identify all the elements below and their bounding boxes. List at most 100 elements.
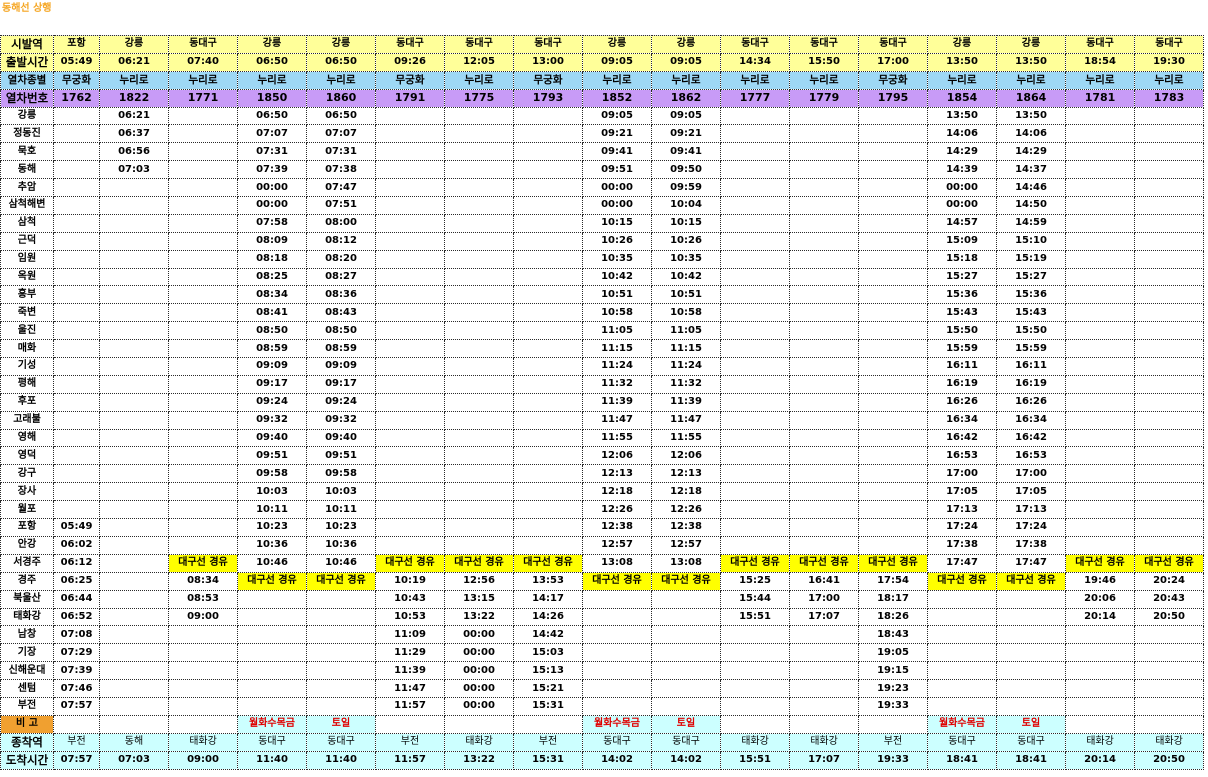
terminal-cell[interactable]: 태화강 [789, 732, 859, 752]
time-cell[interactable]: 17:00 [996, 464, 1066, 484]
time-cell[interactable]: 16:42 [996, 428, 1066, 448]
time-cell[interactable] [513, 142, 583, 162]
departure-cell[interactable]: 13:50 [927, 52, 997, 72]
time-cell[interactable] [927, 679, 997, 698]
time-cell[interactable]: 12:56 [444, 571, 514, 591]
time-cell[interactable] [444, 500, 514, 520]
time-cell[interactable] [444, 392, 514, 412]
time-cell[interactable] [99, 196, 169, 215]
time-cell[interactable] [1065, 625, 1135, 645]
time-cell[interactable]: 14:46 [996, 178, 1066, 198]
time-cell[interactable] [1134, 213, 1204, 233]
time-cell[interactable] [513, 285, 583, 305]
terminal-cell[interactable]: 부전 [375, 732, 445, 752]
station-name[interactable]: 임원 [0, 249, 54, 269]
time-cell[interactable] [1134, 679, 1204, 698]
time-cell[interactable] [582, 607, 652, 627]
time-cell[interactable] [1065, 357, 1135, 376]
time-cell[interactable] [53, 249, 100, 269]
time-cell[interactable] [375, 464, 445, 484]
departure-label[interactable]: 출발시간 [0, 52, 54, 72]
time-cell[interactable] [513, 106, 583, 126]
time-cell[interactable]: 08:09 [237, 231, 307, 251]
time-cell[interactable] [237, 589, 307, 609]
origin-cell[interactable]: 강릉 [651, 35, 721, 54]
time-cell[interactable]: 14:06 [996, 124, 1066, 144]
time-cell[interactable]: 08:50 [306, 321, 376, 341]
arrival-cell[interactable]: 09:00 [168, 750, 238, 770]
time-cell[interactable] [53, 231, 100, 251]
time-cell[interactable] [720, 464, 790, 484]
time-cell[interactable] [53, 267, 100, 287]
time-cell[interactable] [858, 518, 928, 537]
time-cell[interactable]: 09:24 [237, 392, 307, 412]
time-cell[interactable]: 10:46 [306, 553, 376, 573]
time-cell[interactable] [513, 464, 583, 484]
time-cell[interactable] [858, 374, 928, 394]
time-cell[interactable]: 08:41 [237, 303, 307, 323]
terminal-label[interactable]: 종착역 [0, 732, 54, 752]
time-cell[interactable] [99, 482, 169, 502]
station-name[interactable]: 강릉 [0, 106, 54, 126]
origin-cell[interactable]: 강릉 [927, 35, 997, 54]
time-cell[interactable] [444, 464, 514, 484]
time-cell[interactable] [513, 178, 583, 198]
terminal-cell[interactable]: 동대구 [237, 732, 307, 752]
time-cell[interactable]: 17:54 [858, 571, 928, 591]
departure-cell[interactable]: 15:50 [789, 52, 859, 72]
time-cell[interactable] [444, 249, 514, 269]
time-cell[interactable]: 19:15 [858, 661, 928, 681]
route-note[interactable]: 대구선 경유 [651, 571, 721, 591]
time-cell[interactable] [582, 696, 652, 716]
station-name[interactable]: 강구 [0, 464, 54, 484]
time-cell[interactable] [858, 106, 928, 126]
time-cell[interactable] [444, 339, 514, 359]
time-cell[interactable] [1065, 267, 1135, 287]
remark-cell[interactable] [720, 714, 790, 734]
time-cell[interactable] [375, 428, 445, 448]
time-cell[interactable]: 08:34 [237, 285, 307, 305]
time-cell[interactable] [513, 339, 583, 359]
time-cell[interactable]: 11:57 [375, 696, 445, 716]
time-cell[interactable] [1065, 696, 1135, 716]
terminal-cell[interactable]: 부전 [53, 732, 100, 752]
time-cell[interactable] [720, 178, 790, 198]
arrival-cell[interactable]: 11:40 [237, 750, 307, 770]
time-cell[interactable] [53, 213, 100, 233]
time-cell[interactable] [444, 285, 514, 305]
time-cell[interactable] [1065, 518, 1135, 537]
arrival-label[interactable]: 도착시간 [0, 750, 54, 770]
time-cell[interactable] [99, 625, 169, 645]
remark-cell[interactable]: 월화수목금 [237, 714, 307, 734]
time-cell[interactable]: 10:42 [582, 267, 652, 287]
time-cell[interactable] [582, 679, 652, 698]
terminal-cell[interactable]: 동해 [99, 732, 169, 752]
time-cell[interactable]: 15:03 [513, 643, 583, 663]
time-cell[interactable]: 09:05 [651, 106, 721, 126]
time-cell[interactable] [168, 196, 238, 215]
time-cell[interactable]: 11:32 [582, 374, 652, 394]
time-cell[interactable] [789, 392, 859, 412]
time-cell[interactable] [99, 553, 169, 573]
time-cell[interactable]: 06:12 [53, 553, 100, 573]
time-cell[interactable] [53, 124, 100, 144]
time-cell[interactable] [1065, 392, 1135, 412]
train-type-cell[interactable]: 누리로 [651, 70, 721, 90]
time-cell[interactable] [53, 106, 100, 126]
time-cell[interactable]: 10:03 [237, 482, 307, 502]
time-cell[interactable] [651, 643, 721, 663]
time-cell[interactable] [53, 482, 100, 502]
time-cell[interactable] [168, 231, 238, 251]
time-cell[interactable]: 11:15 [651, 339, 721, 359]
station-name[interactable]: 흥부 [0, 285, 54, 305]
time-cell[interactable] [858, 410, 928, 430]
time-cell[interactable]: 15:51 [720, 607, 790, 627]
time-cell[interactable] [375, 249, 445, 269]
time-cell[interactable] [858, 249, 928, 269]
time-cell[interactable]: 09:50 [651, 160, 721, 180]
station-name[interactable]: 후포 [0, 392, 54, 412]
time-cell[interactable]: 12:38 [582, 518, 652, 537]
time-cell[interactable] [789, 661, 859, 681]
time-cell[interactable]: 13:53 [513, 571, 583, 591]
time-cell[interactable]: 08:20 [306, 249, 376, 269]
